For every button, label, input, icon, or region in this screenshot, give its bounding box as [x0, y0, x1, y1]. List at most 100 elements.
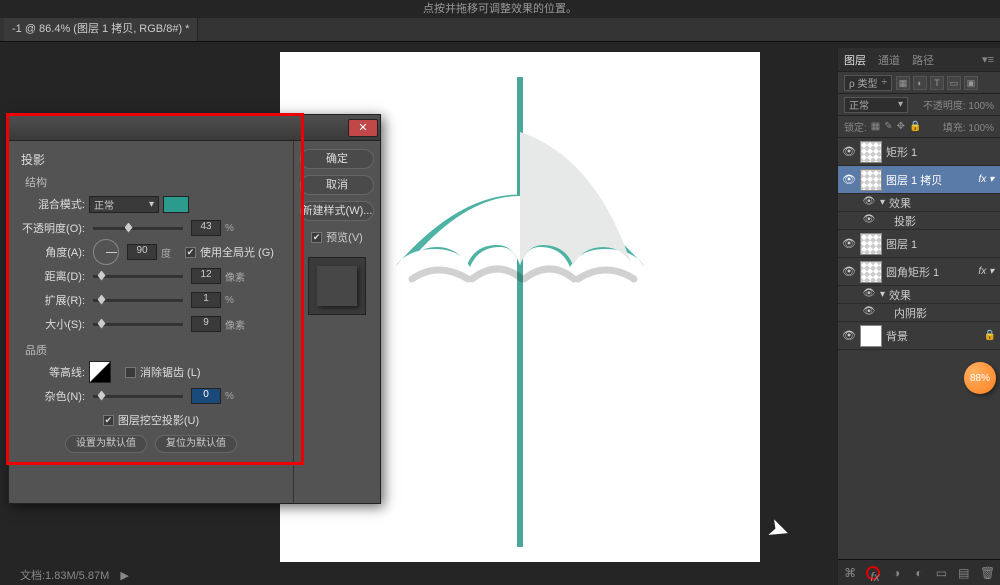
angle-dial[interactable] [93, 239, 119, 265]
filter-smart-icon[interactable]: ▣ [964, 76, 978, 90]
set-default-button[interactable]: 设置为默认值 [65, 435, 147, 453]
ok-button[interactable]: 确定 [300, 149, 374, 169]
spread-input[interactable]: 1 [191, 292, 221, 308]
dialog-titlebar[interactable]: ✕ [9, 115, 380, 141]
add-fx-icon[interactable]: fx [866, 566, 880, 580]
panel-tabs: 图层 通道 路径 ▾≡ [838, 48, 1000, 72]
size-label: 大小(S): [21, 316, 85, 332]
section-title: 投影 [21, 151, 281, 168]
tab-paths[interactable]: 路径 [912, 52, 934, 68]
preview-label: 预览(V) [326, 229, 363, 245]
layer-effect-row[interactable]: 👁 ▾ 效果 [838, 194, 1000, 212]
layer-thumb [860, 325, 882, 347]
layer-row[interactable]: 👁 图层 1 [838, 230, 1000, 258]
distance-input[interactable]: 12 [191, 268, 221, 284]
link-layers-icon[interactable]: ⌘ [844, 566, 856, 580]
antialias-label: 消除锯齿 (L) [140, 364, 201, 380]
noise-slider[interactable] [93, 395, 183, 398]
angle-input[interactable]: 90 [127, 244, 157, 260]
layer-row[interactable]: 👁 背景 🔒 [838, 322, 1000, 350]
fx-badge[interactable]: fx ▾ [978, 266, 994, 277]
visibility-icon[interactable]: 👁 [862, 288, 876, 302]
tab-channels[interactable]: 通道 [878, 52, 900, 68]
layers-bottom-toolbar: ⌘ fx ◑ ◐ ▭ ▤ 🗑 [838, 559, 1000, 585]
layers-panel: 图层 通道 路径 ▾≡ ρ 类型÷ ▦ ◐ T ▭ ▣ 正常▾ 不透明度: 10… [837, 48, 1000, 585]
preview-thumbnail [308, 257, 366, 315]
reset-default-button[interactable]: 复位为默认值 [155, 435, 237, 453]
visibility-icon[interactable]: 👁 [862, 306, 876, 320]
lock-trans-icon[interactable]: ▦ [871, 121, 880, 132]
zoom-badge[interactable]: 88% [964, 362, 996, 394]
cancel-button[interactable]: 取消 [300, 175, 374, 195]
layer-row[interactable]: 👁 图层 1 拷贝 fx ▾ [838, 166, 1000, 194]
preview-checkbox[interactable] [311, 232, 322, 243]
visibility-icon[interactable]: 👁 [842, 173, 856, 187]
filter-kind-select[interactable]: ρ 类型÷ [844, 75, 892, 91]
filter-pixel-icon[interactable]: ▦ [896, 76, 910, 90]
layer-effect-row[interactable]: 👁 内阴影 [838, 304, 1000, 322]
dialog-actions: 确定 取消 新建样式(W)... 预览(V) [294, 141, 380, 503]
visibility-icon[interactable]: 👁 [842, 265, 856, 279]
knockout-checkbox[interactable] [103, 415, 114, 426]
layer-style-dialog: ✕ 投影 结构 混合模式: 正常▾ 不透明度(O): 43 % 角度(A) [8, 114, 381, 504]
lock-icon: 🔒 [984, 330, 996, 341]
visibility-icon[interactable]: 👁 [842, 145, 856, 159]
visibility-icon[interactable]: 👁 [862, 214, 876, 228]
layer-filter-row: ρ 类型÷ ▦ ◐ T ▭ ▣ [838, 72, 1000, 94]
add-mask-icon[interactable]: ◑ [890, 566, 902, 580]
delete-layer-icon[interactable]: 🗑 [980, 566, 994, 580]
distance-slider[interactable] [93, 275, 183, 278]
filter-adjust-icon[interactable]: ◐ [913, 76, 927, 90]
annotation-arrow: ➤ [764, 511, 795, 548]
blend-mode-label: 混合模式: [21, 196, 85, 212]
visibility-icon[interactable]: 👁 [862, 196, 876, 210]
tab-layers[interactable]: 图层 [844, 52, 866, 68]
document-tab[interactable]: -1 @ 86.4% (图层 1 拷贝, RGB/8#) * [4, 18, 198, 41]
layer-row[interactable]: 👁 矩形 1 [838, 138, 1000, 166]
app-hint-bar: 点按并拖移可调整效果的位置。 [0, 0, 1000, 18]
document-tabs: -1 @ 86.4% (图层 1 拷贝, RGB/8#) * [0, 18, 1000, 42]
size-input[interactable]: 9 [191, 316, 221, 332]
distance-label: 距离(D): [21, 268, 85, 284]
structure-group: 结构 [21, 174, 281, 190]
hint-text: 点按并拖移可调整效果的位置。 [423, 3, 577, 15]
new-adjust-icon[interactable]: ◐ [913, 566, 925, 580]
layer-thumb [860, 169, 882, 191]
opacity-input[interactable]: 43 [191, 220, 221, 236]
fx-badge[interactable]: fx ▾ [978, 174, 994, 185]
lock-all-icon[interactable]: 🔒 [909, 121, 921, 132]
antialias-checkbox[interactable] [125, 367, 136, 378]
panel-menu-icon[interactable]: ▾≡ [982, 53, 994, 66]
new-style-button[interactable]: 新建样式(W)... [300, 201, 374, 221]
contour-picker[interactable] [89, 361, 111, 383]
shadow-color-swatch[interactable] [163, 196, 189, 213]
lock-pos-icon[interactable]: ✥ [897, 121, 905, 132]
size-slider[interactable] [93, 323, 183, 326]
layer-row[interactable]: 👁 圆角矩形 1 fx ▾ [838, 258, 1000, 286]
opacity-label: 不透明度(O): [21, 220, 85, 236]
global-light-label: 使用全局光 (G) [200, 244, 274, 260]
layer-effect-row[interactable]: 👁 ▾ 效果 [838, 286, 1000, 304]
contour-label: 等高线: [21, 364, 85, 380]
lock-paint-icon[interactable]: ✎ [884, 121, 892, 132]
blend-mode-dropdown[interactable]: 正常▾ [89, 196, 159, 213]
global-light-checkbox[interactable] [185, 247, 196, 258]
layer-effect-row[interactable]: 👁 投影 [838, 212, 1000, 230]
spread-slider[interactable] [93, 299, 183, 302]
noise-label: 杂色(N): [21, 388, 85, 404]
close-button[interactable]: ✕ [348, 119, 378, 137]
quality-group: 品质 [21, 342, 281, 358]
umbrella-art [375, 77, 665, 557]
new-layer-icon[interactable]: ▤ [958, 566, 970, 580]
visibility-icon[interactable]: 👁 [842, 329, 856, 343]
opacity-slider[interactable] [93, 227, 183, 230]
lock-fill-row: 锁定: ▦ ✎ ✥ 🔒 填充: 100% [838, 116, 1000, 138]
spread-label: 扩展(R): [21, 292, 85, 308]
noise-input[interactable]: 0 [191, 388, 221, 404]
new-group-icon[interactable]: ▭ [935, 566, 947, 580]
filter-shape-icon[interactable]: ▭ [947, 76, 961, 90]
filter-type-icon[interactable]: T [930, 76, 944, 90]
layer-thumb [860, 141, 882, 163]
visibility-icon[interactable]: 👁 [842, 237, 856, 251]
layer-blend-select[interactable]: 正常▾ [844, 97, 908, 113]
